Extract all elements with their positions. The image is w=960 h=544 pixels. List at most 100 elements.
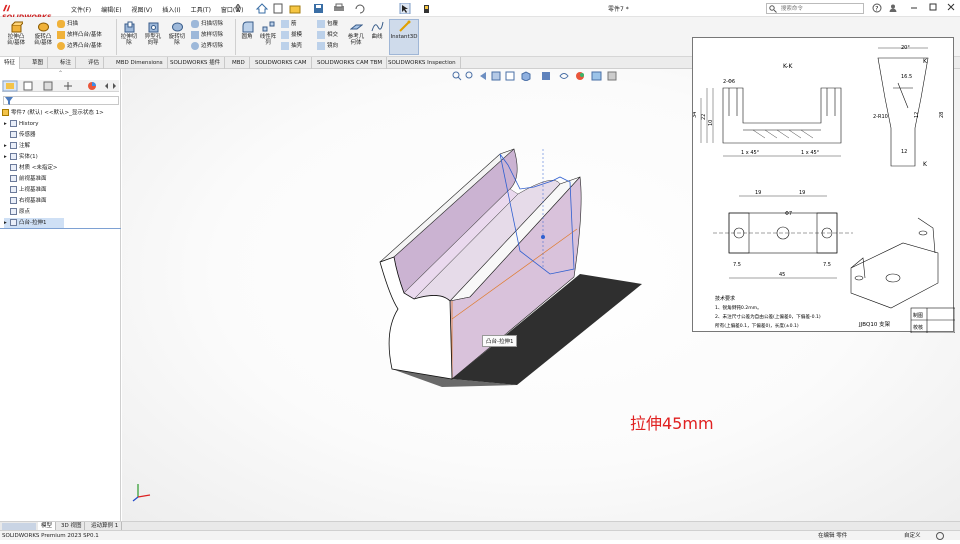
tree-origin[interactable]: 原点 (4, 207, 30, 217)
rib-button[interactable]: 筋 (281, 19, 302, 30)
wrap-button[interactable]: 包覆 (317, 19, 338, 30)
configuration-manager-tab-icon[interactable] (43, 81, 53, 91)
boundary-cut-button[interactable]: 边界切除 (191, 41, 223, 52)
menu-insert[interactable]: 插入(I) (162, 7, 180, 14)
svg-text:?: ? (875, 6, 878, 13)
tree-sensors[interactable]: 传感器 (4, 130, 36, 140)
boundary-boss-button[interactable]: 边界凸台/基体 (57, 41, 102, 52)
feature-manager-tab-icon[interactable] (2, 80, 18, 92)
hole-wizard-button[interactable]: 异型孔 向导 (142, 20, 164, 46)
tree-boss-extrude1[interactable]: ▸ 凸台-拉伸1 (4, 218, 64, 228)
tree-history[interactable]: ▸ History (4, 119, 39, 129)
tab-evaluate[interactable]: 评估 (84, 57, 105, 69)
tree-solid-bodies[interactable]: ▸ 实体(1) (4, 152, 38, 162)
loft-boss-button[interactable]: 放样凸台/基体 (57, 30, 102, 41)
shell-button[interactable]: 抽壳 (281, 41, 302, 52)
swept-cut-button[interactable]: 扫描切除 (191, 19, 223, 30)
display-manager-tab-icon[interactable] (88, 82, 96, 90)
lofted-cut-button[interactable]: 放样切除 (191, 30, 223, 41)
sweep-icon (57, 19, 65, 28)
menu-view[interactable]: 视图(V) (131, 7, 152, 14)
help-icon[interactable]: ? (872, 3, 882, 15)
fillet-icon (241, 20, 254, 33)
mirror-button[interactable]: 镜向 (317, 41, 338, 52)
tab-scroll-right-icon[interactable] (113, 83, 116, 89)
solidworks-logo[interactable]: SOLIDWORKS (2, 4, 62, 21)
select-cursor-icon[interactable] (399, 2, 411, 15)
rebuild-icon[interactable] (424, 5, 429, 13)
tab-mbd[interactable]: MBD (228, 57, 250, 69)
tree-front-plane[interactable]: 前视基准面 (4, 174, 47, 184)
tree-item-label: 实体(1) (19, 154, 38, 160)
tab-scroll-left-icon[interactable] (105, 83, 108, 89)
tab-solidworks-cam-tbm[interactable]: SOLIDWORKS CAM TBM (313, 57, 388, 69)
tab-features[interactable]: 特征 (0, 57, 21, 69)
feature-filter[interactable] (3, 96, 119, 105)
curves-button[interactable]: 曲线 (368, 20, 386, 40)
search-icon (769, 5, 777, 13)
extruded-cut-button[interactable]: 拉伸切 除 (118, 20, 140, 46)
search-input[interactable]: 搜索命令 (781, 6, 803, 12)
tree-top-plane[interactable]: 上视基准面 (4, 185, 47, 195)
dim-chamfer-1: 1 x 45° (741, 150, 760, 156)
print-icon[interactable] (334, 3, 344, 11)
ribbon-separator (116, 19, 117, 55)
tree-annotations[interactable]: ▸ 注解 (4, 141, 30, 151)
dim-height-22: 22 (701, 114, 707, 120)
tree-item-label: 右视基准面 (19, 198, 47, 204)
loft-icon (57, 30, 65, 39)
plane-icon (10, 197, 17, 204)
undo-icon[interactable] (355, 4, 365, 14)
home-icon[interactable] (255, 3, 269, 14)
property-manager-tab-icon[interactable] (23, 81, 33, 91)
history-icon (10, 120, 17, 127)
annotation-icon (10, 142, 17, 149)
tab-solidworks-inspection[interactable]: SOLIDWORKS Inspection (384, 57, 461, 69)
revolved-cut-button[interactable]: 旋转切 除 (166, 20, 188, 46)
dimxpert-tab-icon[interactable] (64, 82, 72, 90)
new-document-icon[interactable] (273, 3, 283, 14)
search-commands[interactable]: 搜索命令 (766, 3, 864, 14)
reference-geometry-button[interactable]: 参考几 何体 (346, 20, 366, 46)
maximize-icon[interactable] (928, 2, 938, 14)
menu-tools[interactable]: 工具(T) (191, 7, 211, 14)
tab-solidworks-cam[interactable]: SOLIDWORKS CAM (251, 57, 312, 69)
save-icon[interactable] (314, 4, 323, 13)
sweep-boss-button[interactable]: 扫描 (57, 19, 102, 30)
tab-mbd-dimensions[interactable]: MBD Dimensions (112, 57, 168, 69)
fillet-button[interactable]: 圆角 (237, 20, 257, 40)
linear-pattern-button[interactable]: 线性阵 列 (258, 20, 278, 46)
minimize-icon[interactable] (909, 2, 919, 14)
intersect-button[interactable]: 相交 (317, 30, 338, 41)
menu-edit[interactable]: 编辑(E) (101, 7, 121, 14)
tab-scroll-controls[interactable] (2, 523, 36, 530)
instant3d-button[interactable]: Instant3D (389, 19, 419, 55)
panel-collapse-handle[interactable]: ⌃ (0, 69, 121, 78)
close-icon[interactable] (946, 2, 956, 14)
user-icon[interactable] (888, 3, 898, 15)
tree-root-part[interactable]: 零件7 (默认) <<默认>_显示状态 1> (2, 108, 104, 118)
tree-item-label: 材质 <未指定> (19, 165, 58, 171)
open-folder-icon[interactable] (289, 5, 301, 14)
tab-markup[interactable]: 标注 (56, 57, 77, 69)
menu-file[interactable]: 文件(F) (71, 7, 91, 14)
pin-icon[interactable] (234, 3, 242, 14)
model-view-tabs: 模型 3D 视图 运动算例 1 (0, 521, 960, 531)
note-3: 所有(上偏差0.1，下偏差0)，长度(±0.1) (715, 322, 799, 329)
hole-wizard-label-2: 向导 (147, 40, 159, 46)
status-help-icon[interactable] (936, 532, 944, 544)
boundary-label: 边界凸台/基体 (67, 43, 102, 49)
tab-solidworks-addins[interactable]: SOLIDWORKS 插件 (166, 57, 226, 69)
tree-right-plane[interactable]: 右视基准面 (4, 196, 47, 206)
wrap-label: 包覆 (327, 21, 339, 27)
section-label: K-K (783, 63, 793, 70)
tab-sketch[interactable]: 草图 (28, 57, 49, 69)
draft-button[interactable]: 拔模 (281, 30, 302, 41)
ds-logo-icon (2, 4, 11, 12)
intersect-label: 相交 (327, 32, 339, 38)
extruded-boss-button[interactable]: 拉伸凸 台/基体 (4, 20, 28, 46)
rollback-bar[interactable] (0, 228, 121, 229)
tree-material[interactable]: 材质 <未指定> (4, 163, 57, 173)
revolved-boss-button[interactable]: 旋转凸 台/基体 (31, 20, 55, 46)
document-title: 零件7 * (608, 6, 629, 13)
